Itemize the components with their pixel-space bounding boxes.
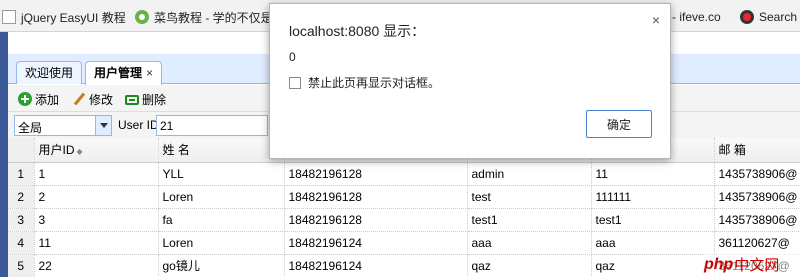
bookmark-search[interactable]: Search | <box>740 8 800 26</box>
rownum-header <box>8 138 35 163</box>
row-number: 5 <box>8 254 35 277</box>
sort-icon: ◆ <box>76 147 83 157</box>
delete-icon <box>125 95 139 105</box>
cell-userid: 11 <box>34 231 159 255</box>
column-label: 用户ID <box>38 143 75 158</box>
cell-name: Loren <box>158 185 285 209</box>
dialog-message: 0 <box>289 50 296 64</box>
cell-password: 11 <box>591 162 715 186</box>
search-icon <box>740 10 754 24</box>
userid-input[interactable] <box>156 115 268 136</box>
cell-username: test1 <box>467 208 592 232</box>
cell-phone: 18482196128 <box>284 162 468 186</box>
bookmark-label: jQuery EasyUI 教程 <box>21 10 126 25</box>
php-cn-watermark: php 中文网 <box>704 252 800 277</box>
bookmark-runoob[interactable]: 菜鸟教程 - 学的不仅是 <box>135 8 273 26</box>
cell-userid: 2 <box>34 185 159 209</box>
bookmark-jquery-easyui[interactable]: jQuery EasyUI 教程 <box>2 8 126 26</box>
column-header-userid[interactable]: 用户ID ◆ <box>34 138 159 163</box>
table-row[interactable]: 1 1 YLL 18482196128 admin 11 1435738906@ <box>8 162 800 186</box>
bookmark-label: 菜鸟教程 - 学的不仅是 <box>154 10 273 25</box>
cell-userid: 22 <box>34 254 159 277</box>
cell-phone: 18482196124 <box>284 254 468 277</box>
suppress-dialogs-checkbox[interactable]: 禁止此页再显示对话框。 <box>289 74 440 91</box>
row-number: 2 <box>8 185 35 209</box>
bookmark-ifeve[interactable]: - ifeve.co <box>672 8 721 26</box>
close-icon[interactable]: × <box>652 12 660 28</box>
ok-button[interactable]: 确定 <box>586 110 652 138</box>
bookmark-label: Search | <box>759 10 800 24</box>
cell-email: 361120627@ <box>714 231 800 255</box>
cell-name: Loren <box>158 231 285 255</box>
add-button[interactable]: 添加 <box>18 90 59 108</box>
cell-username: admin <box>467 162 592 186</box>
page-icon <box>2 10 16 24</box>
delete-label: 删除 <box>142 92 167 107</box>
tab-welcome[interactable]: 欢迎使用 <box>16 61 83 84</box>
pencil-icon <box>72 92 86 106</box>
cell-name: fa <box>158 208 285 232</box>
edit-label: 修改 <box>89 92 114 107</box>
tab-close-icon[interactable]: × <box>146 66 153 80</box>
cell-phone: 18482196124 <box>284 231 468 255</box>
column-header-name[interactable]: 姓 名 <box>158 138 285 163</box>
cell-username: test <box>467 185 592 209</box>
add-icon <box>18 92 32 106</box>
tab-label: 用户管理 <box>94 66 143 80</box>
delete-button[interactable]: 删除 <box>125 90 166 108</box>
cell-password: aaa <box>591 231 715 255</box>
row-number: 4 <box>8 231 35 255</box>
edit-button[interactable]: 修改 <box>72 90 113 108</box>
scope-value: 全局 <box>18 121 43 135</box>
cell-username: aaa <box>467 231 592 255</box>
cell-email: 1435738906@ <box>714 185 800 209</box>
checkbox-box[interactable] <box>289 76 301 89</box>
watermark-cn: 中文网 <box>734 257 780 274</box>
column-header-email[interactable]: 邮 箱 <box>714 138 800 163</box>
alert-dialog: localhost:8080 显示： × 0 禁止此页再显示对话框。 确定 <box>269 3 671 159</box>
table-row[interactable]: 5 22 go镜儿 18482196124 qaz qaz 361120627@ <box>8 254 800 277</box>
table-row[interactable]: 3 3 fa 18482196128 test1 test1 143573890… <box>8 208 800 232</box>
cell-userid: 3 <box>34 208 159 232</box>
cell-username: qaz <box>467 254 592 277</box>
scope-combobox[interactable]: 全局 <box>14 115 112 136</box>
cell-userid: 1 <box>34 162 159 186</box>
chevron-down-icon[interactable] <box>95 116 111 135</box>
cell-password: 111111 <box>591 185 715 209</box>
cell-email: 1435738906@ <box>714 162 800 186</box>
cell-phone: 18482196128 <box>284 208 468 232</box>
column-label: 邮 箱 <box>718 143 746 158</box>
cell-password: test1 <box>591 208 715 232</box>
left-panel-edge <box>0 32 8 277</box>
runoob-icon <box>135 10 149 24</box>
dialog-title: localhost:8080 显示： <box>289 23 426 39</box>
tab-user-management[interactable]: 用户管理 × <box>85 61 163 85</box>
cell-name: go镜儿 <box>158 254 285 277</box>
checkbox-label: 禁止此页再显示对话框。 <box>308 76 441 90</box>
table-row[interactable]: 2 2 Loren 18482196128 test 111111 143573… <box>8 185 800 209</box>
cell-name: YLL <box>158 162 285 186</box>
row-number: 3 <box>8 208 35 232</box>
row-number: 1 <box>8 162 35 186</box>
table-row[interactable]: 4 11 Loren 18482196124 aaa aaa 361120627… <box>8 231 800 255</box>
tab-label: 欢迎使用 <box>25 66 74 80</box>
bookmark-label: - ifeve.co <box>672 10 721 24</box>
cell-password: qaz <box>591 254 715 277</box>
column-label: 姓 名 <box>162 143 190 158</box>
cell-email: 1435738906@ <box>714 208 800 232</box>
cell-phone: 18482196128 <box>284 185 468 209</box>
add-label: 添加 <box>35 92 60 107</box>
watermark-php: php <box>704 255 734 273</box>
